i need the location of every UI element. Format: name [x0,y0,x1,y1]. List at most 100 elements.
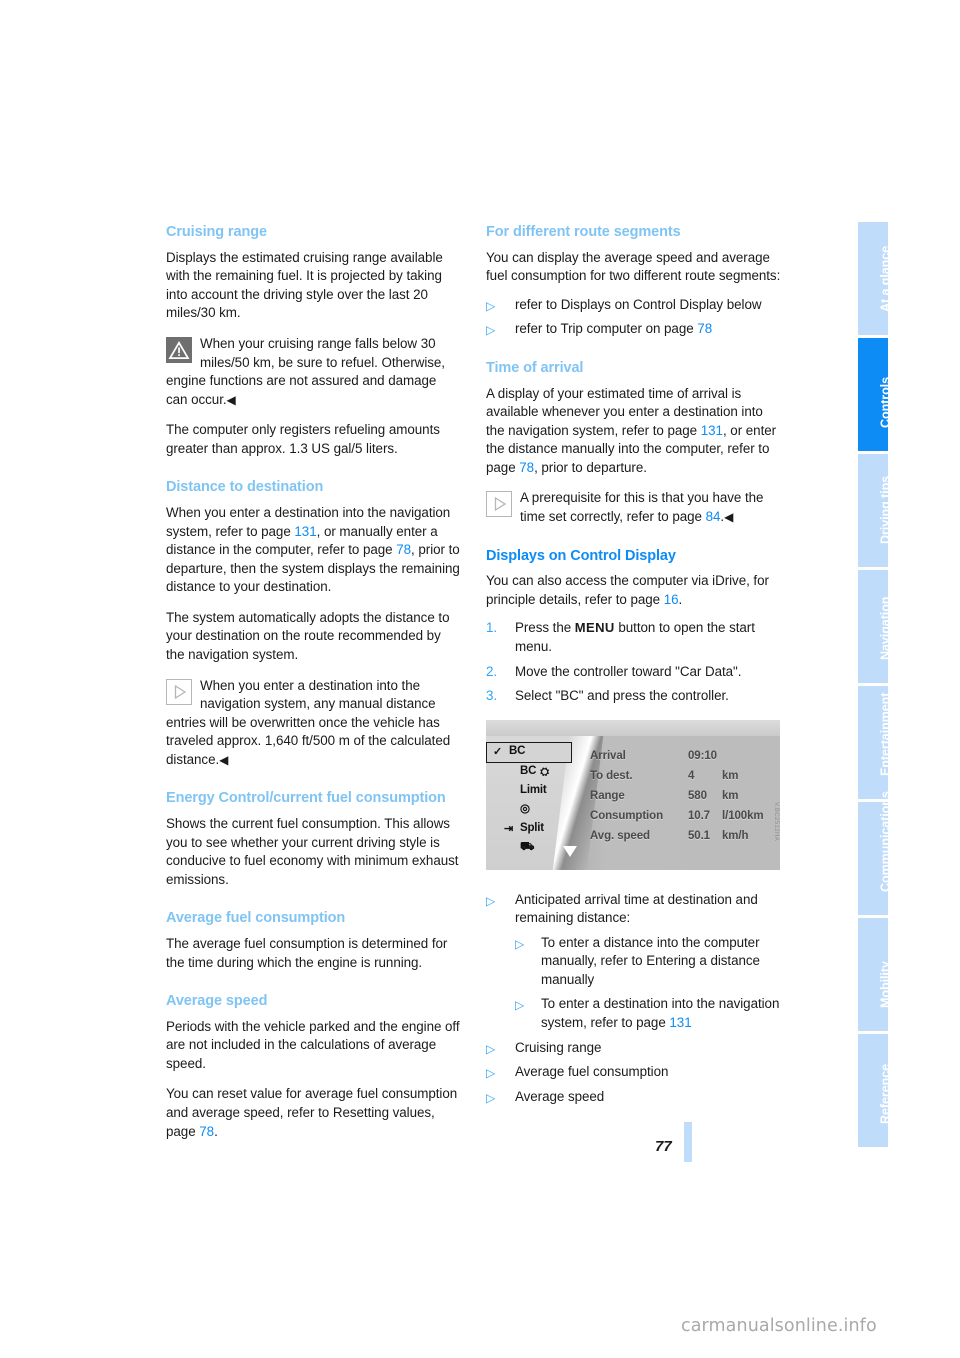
row-value: 09:10 [688,749,717,762]
tab-label: Mobility [878,961,893,1009]
step-text: Select "BC" and press the controller. [515,688,729,704]
page-ref-84[interactable]: 84 [706,509,721,524]
menu-item-label: Limit [520,784,547,797]
paragraph-average-fuel-consumption: The average fuel consumption is determin… [166,935,448,970]
briefcase-icon: ⛭ [540,765,549,778]
page-ref-131[interactable]: 131 [701,423,723,438]
list-item-step-2: 2. Move the controller toward "Car Data". [486,663,781,682]
paragraph-resetting-values: You can reset value for average fuel con… [166,1085,461,1141]
text-fragment: You can also access the computer via iDr… [486,573,769,607]
sidebar-item-navigation[interactable]: Navigation [858,570,892,683]
sidebar-item-entertainment[interactable]: Entertainment [858,686,892,799]
paragraph-energy-control: Shows the current fuel consumption. This… [166,816,459,887]
note-cruising-range-text: When your cruising range falls below 30 … [166,335,445,407]
note-distance: When you enter a destination into the na… [166,677,461,770]
paragraph-idrive: You can also access the computer via iDr… [486,572,781,609]
list-item: ▷ Average speed [486,1088,781,1107]
page-ref-78[interactable]: 78 [697,321,712,336]
row-value: 10.7 [688,809,710,822]
menu-item-label: BC [520,765,537,778]
row-label: To dest. [590,769,633,782]
manual-page: Cruising range Displays the estimated cr… [0,0,960,1358]
heading-distance-to-destination: Distance to destination [166,479,324,496]
bullet-triangle-icon: ▷ [486,298,496,313]
menu-item-bc-trip[interactable]: BC ⛭ [492,763,578,782]
note-endmark: ◀ [219,752,229,767]
note-triangle-icon [486,491,512,518]
paragraph-average-speed: Periods with the vehicle parked and the … [166,1018,460,1071]
page-ref-131[interactable]: 131 [294,524,316,539]
row-value: 580 [688,789,707,802]
control-display-menu: ✓ BC BC ⛭ Limit ◎ ⇥ Split ⛟ [486,741,578,858]
list-item: ▷ Anticipated arrival time at destination… [486,891,781,1033]
sidebar-item-mobility[interactable]: Mobility [858,918,892,1031]
text-fragment: . [678,591,683,607]
oil-can-icon: ⛟ [520,841,535,854]
sidebar-item-controls[interactable]: Controls [858,338,892,451]
list-item: ▷ Cruising range [486,1039,781,1058]
page-ref-78[interactable]: 78 [519,460,534,475]
heading-for-different-route-segments: For different route segments [486,224,681,240]
list-item: ▷ Average fuel consumption [486,1063,781,1082]
paragraph-cruising-range: Displays the estimated cruising range av… [166,249,443,321]
check-icon: ✓ [493,745,503,758]
list-item-label: Cruising range [515,1039,602,1055]
row-unit: km/h [722,829,749,842]
heading-average-fuel-consumption: Average fuel consumption [166,910,346,927]
bullet-triangle-icon: ▷ [486,1066,496,1081]
split-icon: ⇥ [504,822,514,835]
list-item-label: Anticipated arrival time at destination … [515,891,758,926]
list-item: ▷ To enter a destination into the navigat… [515,995,781,1032]
stopwatch-icon: ◎ [520,803,530,816]
list-item: ▷ refer to Displays on Control Display be… [486,296,781,315]
heading-energy-control: Energy Control/current fuel consumption [166,790,446,807]
row-label: Consumption [590,809,663,822]
table-row: Arrival 09:10 [590,746,776,766]
page-ref-131[interactable]: 131 [669,1015,691,1030]
list-item-label: Average fuel consumption [515,1064,669,1080]
menu-item-label: BC [509,745,526,758]
bullet-triangle-icon: ▷ [515,936,525,951]
tab-label: Controls [878,377,893,429]
selection-pointer-icon [563,845,577,857]
menu-item-split[interactable]: ⇥ Split [492,820,578,839]
sidebar-item-at-a-glance[interactable]: At a glance [858,222,892,335]
page-ref-16[interactable]: 16 [664,592,679,607]
row-label: Range [590,789,625,802]
list-item-label: refer to Displays on Control Display bel… [515,296,762,312]
tab-label: Reference [878,1064,893,1125]
page-ref-78[interactable]: 78 [396,542,411,557]
warning-triangle-icon [166,336,192,363]
paragraph-distance-2: The system automatically adopts the dist… [166,609,450,662]
sidebar-item-reference[interactable]: Reference [858,1034,892,1147]
sidebar-item-driving-tips[interactable]: Driving tips [858,454,892,567]
tab-label: Navigation [878,597,893,661]
paragraph-time-of-arrival: A display of your estimated time of arri… [486,385,781,478]
heading-displays-on-control-display: Displays on Control Display [486,547,676,564]
list-item: ▷ refer to Trip computer on page 78 [486,320,781,339]
row-value: 50.1 [688,829,710,842]
note-cruising-range: When your cruising range falls below 30 … [166,335,461,409]
list-item: ▷ To enter a distance into the computer m… [515,934,781,990]
menu-button-label: MENU [574,620,615,636]
menu-item-limit[interactable]: Limit [492,782,578,801]
page-number-bar [684,1122,692,1162]
table-row: Consumption 10.7 l/100km [590,806,776,826]
bullet-triangle-icon: ▷ [515,998,525,1013]
tab-label: Entertainment [878,693,893,777]
bullet-triangle-icon: ▷ [486,323,496,338]
note-endmark: ◀ [724,510,734,524]
watermark: carmanualsonline.info [681,1316,877,1336]
step-text: Move the controller toward "Car Data". [515,663,742,679]
note-time-of-arrival: A prerequisite for this is that you have… [486,489,781,526]
paragraph-route-segments: You can display the average speed and av… [486,249,781,284]
sidebar-item-communications[interactable]: Communications [858,792,892,915]
control-display-figure: ✓ BC BC ⛭ Limit ◎ ⇥ Split ⛟ Arrival 09:1… [486,719,780,875]
row-unit: l/100km [722,809,764,822]
step-number: 2. [486,663,498,679]
paragraph-distance-1: When you enter a destination into the na… [166,504,461,597]
left-column: Cruising range Displays the estimated cr… [166,224,461,1153]
menu-item-stopwatch[interactable]: ◎ [492,801,578,820]
menu-item-bc[interactable]: ✓ BC [486,741,572,763]
page-ref-78[interactable]: 78 [199,1124,214,1139]
